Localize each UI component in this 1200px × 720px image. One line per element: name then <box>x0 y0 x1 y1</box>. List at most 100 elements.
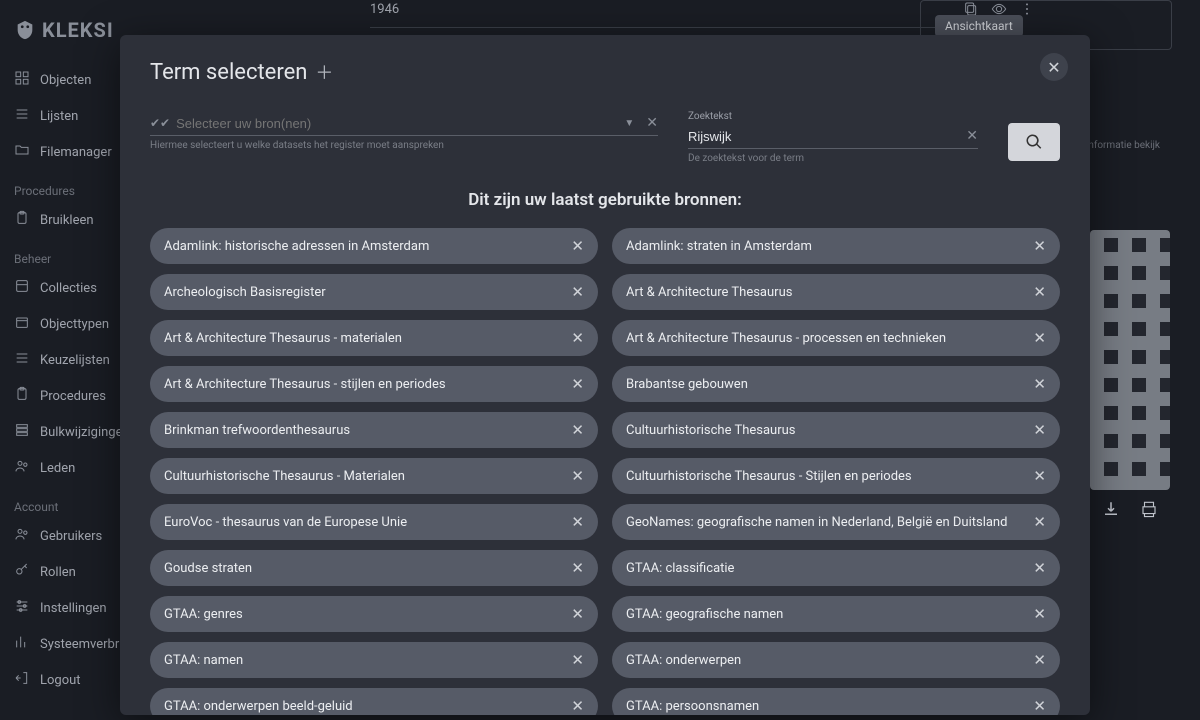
source-chip-label: Goudse straten <box>164 561 252 576</box>
add-icon[interactable]: ＋ <box>315 59 333 85</box>
grid-icon <box>14 70 30 90</box>
remove-source-icon[interactable]: ✕ <box>1033 605 1046 623</box>
source-chip[interactable]: GTAA: classificatie ✕ <box>612 550 1060 586</box>
source-select[interactable]: ✔✔ ▼ ✕ <box>150 111 658 136</box>
source-chip[interactable]: Adamlink: historische adressen in Amster… <box>150 228 598 264</box>
source-chip-label: Cultuurhistorische Thesaurus <box>626 423 796 438</box>
sidebar-item-label: Procedures <box>40 389 106 404</box>
source-chip-label: GTAA: onderwerpen beeld-geluid <box>164 699 353 714</box>
source-chip[interactable]: GTAA: persoonsnamen✕ <box>612 688 1060 715</box>
source-chip-label: GTAA: geografische namen <box>626 607 783 622</box>
remove-source-icon[interactable]: ✕ <box>1033 283 1046 301</box>
clear-source-icon[interactable]: ✕ <box>646 115 658 131</box>
source-chip[interactable]: Brabantse gebouwen ✕ <box>612 366 1060 402</box>
sidebar-item-label: Gebruikers <box>40 529 102 544</box>
sidebar-item-label: Rollen <box>40 565 76 580</box>
source-chip[interactable]: GTAA: namen✕ <box>150 642 598 678</box>
modal-title: Term selecteren ＋ <box>150 59 1060 85</box>
sidebar-item-label: Bruikleen <box>40 213 94 228</box>
search-button[interactable] <box>1008 123 1060 161</box>
users-icon <box>14 458 30 478</box>
sidebar-item-label: Objecten <box>40 73 91 88</box>
source-chip[interactable]: GTAA: onderwerpen beeld-geluid ✕ <box>150 688 598 715</box>
source-chip[interactable]: Adamlink: straten in Amsterdam ✕ <box>612 228 1060 264</box>
remove-source-icon[interactable]: ✕ <box>571 237 584 255</box>
remove-source-icon[interactable]: ✕ <box>571 605 584 623</box>
source-chip-label: GeoNames: geografische namen in Nederlan… <box>626 515 1007 530</box>
source-chip-label: EuroVoc - thesaurus van de Europese Unie <box>164 515 407 530</box>
remove-source-icon[interactable]: ✕ <box>571 283 584 301</box>
source-chip[interactable]: Art & Architecture Thesaurus - processen… <box>612 320 1060 356</box>
source-chip-label: Art & Architecture Thesaurus - materiale… <box>164 331 402 346</box>
source-input[interactable] <box>176 116 618 131</box>
source-hint: Hiermee selecteert u welke datasets het … <box>150 140 658 151</box>
remove-source-icon[interactable]: ✕ <box>1033 237 1046 255</box>
source-chip[interactable]: Cultuurhistorische Thesaurus - Stijlen e… <box>612 458 1060 494</box>
clear-search-icon[interactable]: ✕ <box>966 128 978 144</box>
remove-source-icon[interactable]: ✕ <box>571 467 584 485</box>
remove-source-icon[interactable]: ✕ <box>1033 421 1046 439</box>
remove-source-icon[interactable]: ✕ <box>571 513 584 531</box>
source-chip[interactable]: GeoNames: geografische namen in Nederlan… <box>612 504 1060 540</box>
users-icon <box>14 526 30 546</box>
remove-source-icon[interactable]: ✕ <box>1033 651 1046 669</box>
close-button[interactable]: ✕ <box>1040 53 1068 81</box>
search-icon <box>1025 133 1043 151</box>
collection-icon <box>14 278 30 298</box>
remove-source-icon[interactable]: ✕ <box>1033 467 1046 485</box>
print-icon[interactable] <box>1140 500 1158 522</box>
list-icon <box>14 350 30 370</box>
record-id-field[interactable]: 1946 <box>370 0 950 28</box>
sources-grid: Adamlink: historische adressen in Amster… <box>150 228 1060 715</box>
remove-source-icon[interactable]: ✕ <box>571 329 584 347</box>
source-chip[interactable]: Art & Architecture Thesaurus ✕ <box>612 274 1060 310</box>
source-chip[interactable]: Cultuurhistorische Thesaurus - Materiale… <box>150 458 598 494</box>
right-hint-text: nformatie bekijk <box>1088 140 1160 151</box>
remove-source-icon[interactable]: ✕ <box>571 559 584 577</box>
source-chip[interactable]: Art & Architecture Thesaurus - materiale… <box>150 320 598 356</box>
stack-icon <box>14 422 30 442</box>
clipboard-icon <box>14 210 30 230</box>
box-icon <box>14 314 30 334</box>
search-field-group: Zoektekst ✕ De zoektekst voor de term <box>688 111 978 164</box>
remove-source-icon[interactable]: ✕ <box>571 697 584 715</box>
search-input[interactable] <box>688 129 954 144</box>
remove-source-icon[interactable]: ✕ <box>1033 329 1046 347</box>
remove-source-icon[interactable]: ✕ <box>571 375 584 393</box>
source-chip-label: Art & Architecture Thesaurus <box>626 285 792 300</box>
chevron-down-icon[interactable]: ▼ <box>624 118 634 129</box>
source-chip[interactable]: Goudse straten ✕ <box>150 550 598 586</box>
check-icon: ✔✔ <box>150 116 170 130</box>
source-chip[interactable]: GTAA: onderwerpen✕ <box>612 642 1060 678</box>
sidebar-item-label: Objecttypen <box>40 317 109 332</box>
source-chip[interactable]: GTAA: geografische namen ✕ <box>612 596 1060 632</box>
source-chip[interactable]: Art & Architecture Thesaurus - stijlen e… <box>150 366 598 402</box>
source-chip[interactable]: Brinkman trefwoordenthesaurus ✕ <box>150 412 598 448</box>
folder-icon <box>14 142 30 162</box>
source-chip-label: Art & Architecture Thesaurus - processen… <box>626 331 946 346</box>
remove-source-icon[interactable]: ✕ <box>571 421 584 439</box>
source-chip-label: GTAA: genres <box>164 607 243 622</box>
logout-icon <box>14 670 30 690</box>
source-chip[interactable]: Cultuurhistorische Thesaurus ✕ <box>612 412 1060 448</box>
tag-chip[interactable]: Ansichtkaart <box>935 15 1023 37</box>
list-icon <box>14 106 30 126</box>
source-chip-label: Brinkman trefwoordenthesaurus <box>164 423 350 438</box>
source-chip[interactable]: Archeologisch Basisregister✕ <box>150 274 598 310</box>
remove-source-icon[interactable]: ✕ <box>1033 697 1046 715</box>
sliders-icon <box>14 598 30 618</box>
source-chip[interactable]: EuroVoc - thesaurus van de Europese Unie… <box>150 504 598 540</box>
source-chip-label: Brabantse gebouwen <box>626 377 748 392</box>
remove-source-icon[interactable]: ✕ <box>1033 513 1046 531</box>
remove-source-icon[interactable]: ✕ <box>1033 559 1046 577</box>
source-chip-label: Adamlink: historische adressen in Amster… <box>164 239 429 254</box>
source-chip-label: Cultuurhistorische Thesaurus - Materiale… <box>164 469 405 484</box>
source-chip-label: GTAA: classificatie <box>626 561 734 576</box>
source-chip-label: Adamlink: straten in Amsterdam <box>626 239 812 254</box>
remove-source-icon[interactable]: ✕ <box>571 651 584 669</box>
sidebar-item-label: Logout <box>40 673 81 688</box>
remove-source-icon[interactable]: ✕ <box>1033 375 1046 393</box>
qr-code <box>1090 230 1170 490</box>
download-icon[interactable] <box>1102 500 1120 522</box>
source-chip[interactable]: GTAA: genres ✕ <box>150 596 598 632</box>
